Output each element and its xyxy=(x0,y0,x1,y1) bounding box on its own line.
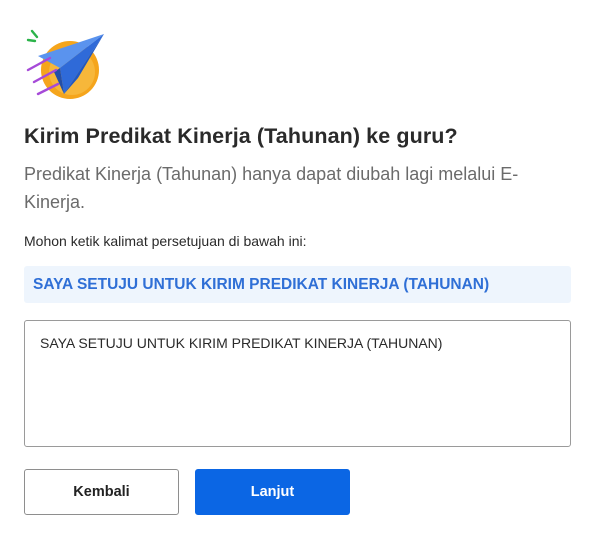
dialog-description: Predikat Kinerja (Tahunan) hanya dapat d… xyxy=(24,164,519,212)
agreement-phrase-box: SAYA SETUJU UNTUK KIRIM PREDIKAT KINERJA… xyxy=(24,266,571,303)
back-button[interactable]: Kembali xyxy=(24,469,179,515)
paper-plane-icon xyxy=(26,29,104,99)
confirmation-input[interactable] xyxy=(24,320,571,447)
next-button[interactable]: Lanjut xyxy=(195,469,350,515)
agreement-phrase: SAYA SETUJU UNTUK KIRIM PREDIKAT KINERJA… xyxy=(33,275,490,293)
confirmation-dialog: Kirim Predikat Kinerja (Tahunan) ke guru… xyxy=(0,0,595,538)
dialog-title: Kirim Predikat Kinerja (Tahunan) ke guru… xyxy=(24,124,458,148)
instruction-label: Mohon ketik kalimat persetujuan di bawah… xyxy=(24,233,307,249)
